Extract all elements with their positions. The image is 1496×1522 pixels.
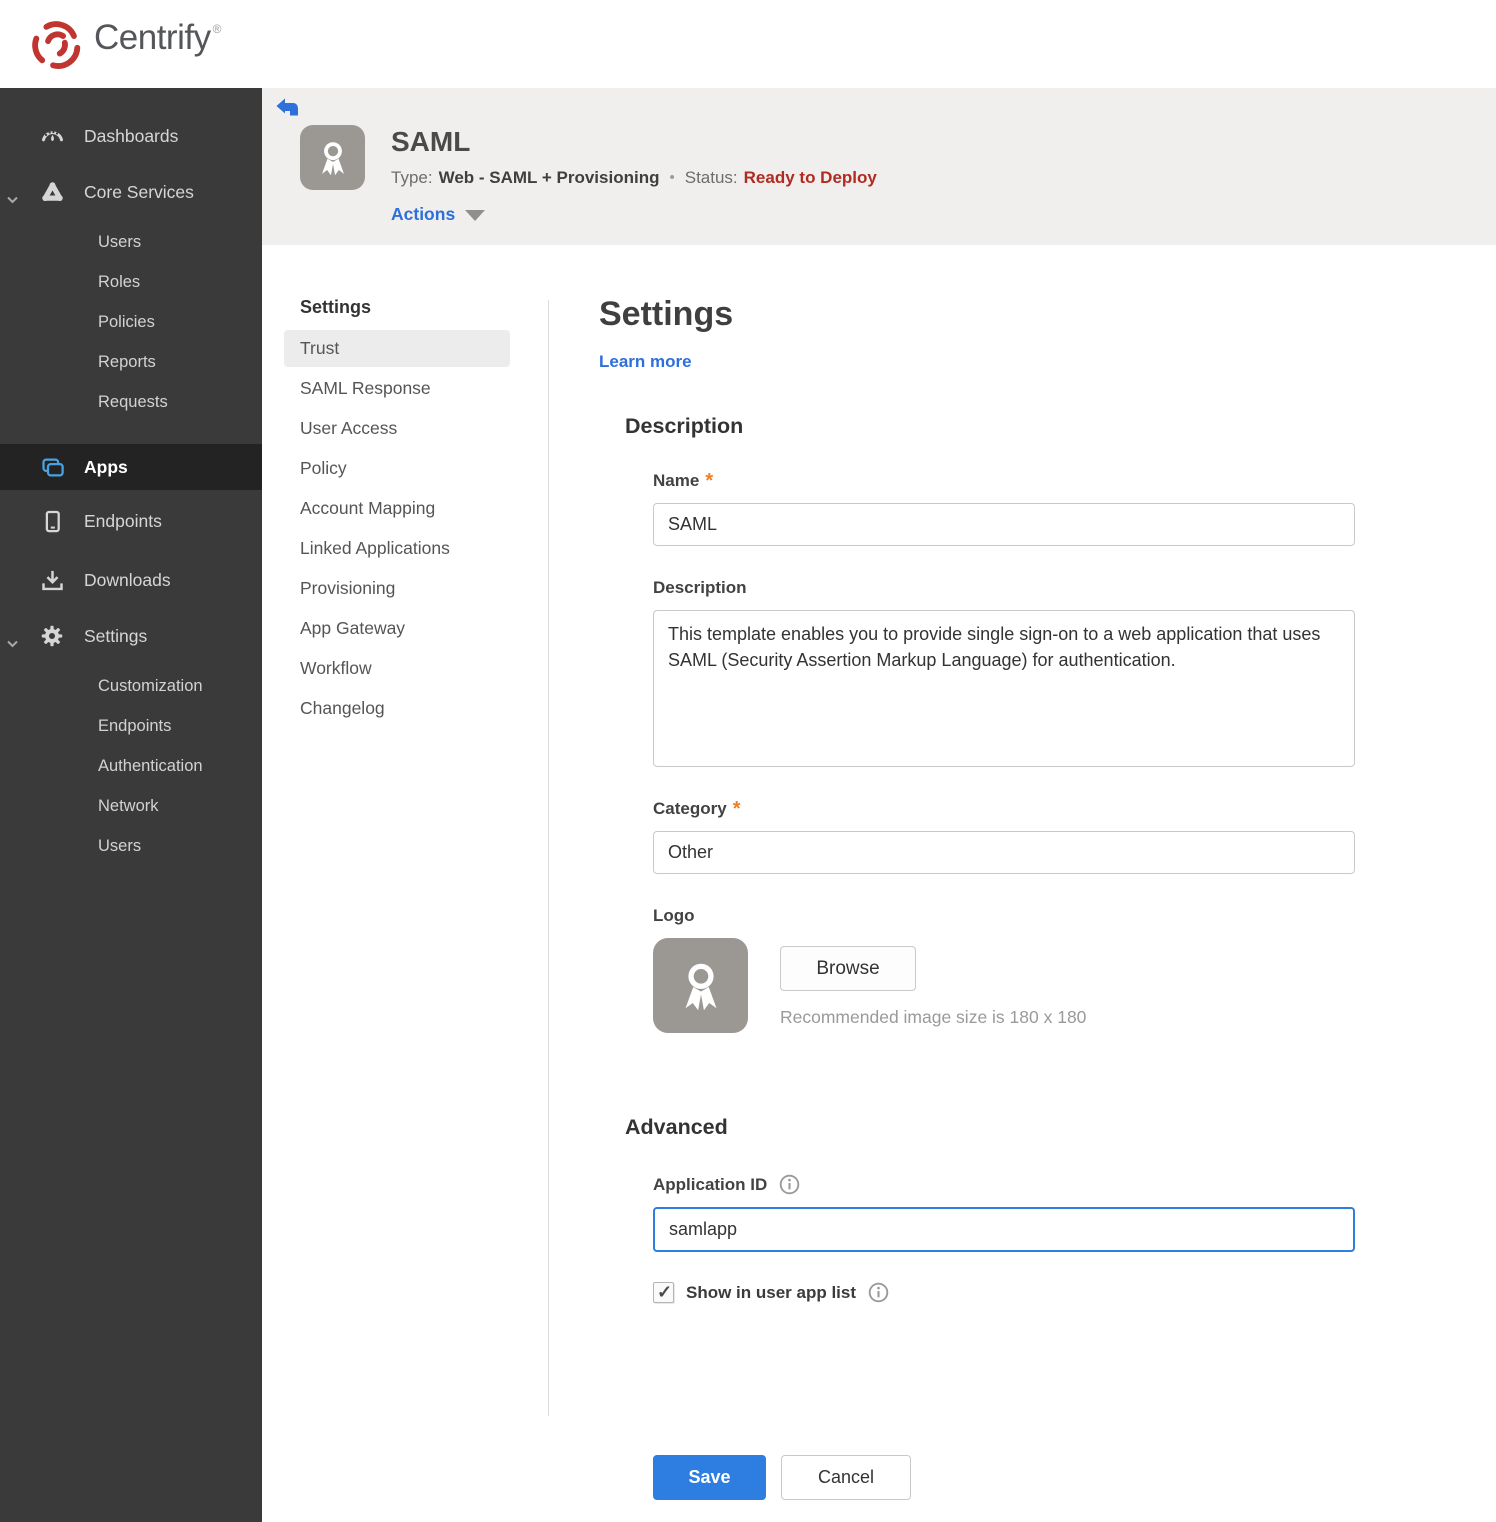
type-value: Web - SAML + Provisioning xyxy=(438,167,660,187)
settings-form: Settings Learn more Description Name * D… xyxy=(549,245,1355,1522)
sidebar-item-downloads[interactable]: Downloads xyxy=(0,552,262,608)
sidebar-item-reports[interactable]: Reports xyxy=(0,342,262,382)
logo-field-label: Logo xyxy=(653,906,695,925)
category-field-label: Category xyxy=(653,799,727,818)
status-label: Status: xyxy=(684,167,738,187)
browse-button[interactable]: Browse xyxy=(780,946,916,991)
dropdown-triangle-icon xyxy=(465,210,486,222)
subnav-item-changelog[interactable]: Changelog xyxy=(284,690,510,727)
info-icon[interactable] xyxy=(779,1174,800,1195)
application-id-input[interactable] xyxy=(653,1207,1355,1252)
required-asterisk: * xyxy=(705,470,714,492)
sidebar-item-roles[interactable]: Roles xyxy=(0,262,262,302)
core-services-sublist: Users Roles Policies Reports Requests xyxy=(0,220,262,432)
sidebar-item-requests[interactable]: Requests xyxy=(0,382,262,422)
subnav-item-policy[interactable]: Policy xyxy=(284,450,510,487)
sidebar-item-customization[interactable]: Customization xyxy=(0,666,262,706)
subnav-item-linked-applications[interactable]: Linked Applications xyxy=(284,530,510,567)
subnav-heading: Settings xyxy=(300,297,372,317)
app-logo-icon xyxy=(300,125,365,190)
chevron-down-icon xyxy=(7,632,18,653)
description-section-heading: Description xyxy=(625,414,744,438)
endpoints-icon xyxy=(36,508,68,535)
category-input[interactable] xyxy=(653,831,1355,874)
sidebar-item-label: Settings xyxy=(84,625,148,646)
subnav-item-account-mapping[interactable]: Account Mapping xyxy=(284,490,510,527)
brand-logo: Centrify ® xyxy=(28,16,221,72)
app-title: SAML xyxy=(391,126,471,157)
name-input[interactable] xyxy=(653,503,1355,546)
sidebar-item-label: Dashboards xyxy=(84,125,179,146)
subnav-item-provisioning[interactable]: Provisioning xyxy=(284,570,510,607)
back-arrow-icon[interactable] xyxy=(276,98,299,116)
sidebar-item-apps[interactable]: Apps xyxy=(0,444,262,490)
sidebar-item-label: Core Services xyxy=(84,181,194,202)
sidebar-item-dashboards[interactable]: Dashboards xyxy=(0,108,262,164)
status-badge: Ready to Deploy xyxy=(743,167,877,187)
downloads-icon xyxy=(36,567,68,594)
app-meta: Type: Web - SAML + Provisioning • Status… xyxy=(391,168,877,188)
save-button[interactable]: Save xyxy=(653,1455,766,1500)
sidebar-item-endpoints-settings[interactable]: Endpoints xyxy=(0,706,262,746)
advanced-section-heading: Advanced xyxy=(625,1115,728,1139)
chevron-down-icon xyxy=(7,188,18,209)
centrify-logo-icon xyxy=(28,16,84,72)
description-field-label: Description xyxy=(653,578,747,597)
sidebar-item-users-settings[interactable]: Users xyxy=(0,826,262,866)
sidebar-item-settings[interactable]: Settings xyxy=(0,608,262,664)
logo-preview-image xyxy=(653,938,748,1033)
actions-label: Actions xyxy=(391,203,456,224)
actions-dropdown[interactable]: Actions xyxy=(391,204,877,225)
sidebar-item-label: Apps xyxy=(84,456,128,477)
apps-icon xyxy=(36,454,68,481)
sidebar-item-core-services[interactable]: Core Services xyxy=(0,164,262,220)
description-textarea[interactable]: This template enables you to provide sin… xyxy=(653,610,1355,767)
core-services-icon xyxy=(36,179,68,206)
subnav-item-app-gateway[interactable]: App Gateway xyxy=(284,610,510,647)
sidebar-item-label: Endpoints xyxy=(84,510,162,531)
sidebar-item-users[interactable]: Users xyxy=(0,222,262,262)
application-id-label: Application ID xyxy=(653,1174,768,1194)
show-in-user-app-list-label: Show in user app list xyxy=(686,1282,857,1302)
sidebar-item-network[interactable]: Network xyxy=(0,786,262,826)
settings-sublist: Customization Endpoints Authentication N… xyxy=(0,664,262,876)
subnav-item-saml-response[interactable]: SAML Response xyxy=(284,370,510,407)
top-bar: Centrify ® xyxy=(0,0,1496,88)
subnav-item-trust[interactable]: Trust xyxy=(284,330,510,367)
subnav-item-user-access[interactable]: User Access xyxy=(284,410,510,447)
cancel-button[interactable]: Cancel xyxy=(781,1455,911,1500)
sidebar-item-policies[interactable]: Policies xyxy=(0,302,262,342)
type-label: Type: xyxy=(391,167,433,187)
app-header: SAML Type: Web - SAML + Provisioning • S… xyxy=(262,88,1496,245)
brand-trademark: ® xyxy=(212,22,222,36)
info-icon[interactable] xyxy=(868,1282,889,1303)
name-field-label: Name xyxy=(653,471,700,490)
learn-more-link[interactable]: Learn more xyxy=(599,352,692,372)
required-asterisk: * xyxy=(732,798,741,820)
settings-subnav: Settings Trust SAML Response User Access… xyxy=(262,245,548,1522)
show-in-user-app-list-checkbox[interactable] xyxy=(653,1282,674,1303)
logo-size-hint: Recommended image size is 180 x 180 xyxy=(780,1007,1087,1027)
sidebar-item-label: Downloads xyxy=(84,569,171,590)
sidebar-item-endpoints[interactable]: Endpoints xyxy=(0,490,262,552)
sidebar: Dashboards Core Services Users Roles Pol… xyxy=(0,88,262,1522)
subnav-item-workflow[interactable]: Workflow xyxy=(284,650,510,687)
sidebar-item-authentication[interactable]: Authentication xyxy=(0,746,262,786)
meta-separator: • xyxy=(669,169,675,187)
page-title: Settings xyxy=(599,295,734,333)
dashboards-icon xyxy=(36,123,68,150)
settings-gear-icon xyxy=(36,622,68,650)
brand-name: Centrify xyxy=(94,18,211,57)
